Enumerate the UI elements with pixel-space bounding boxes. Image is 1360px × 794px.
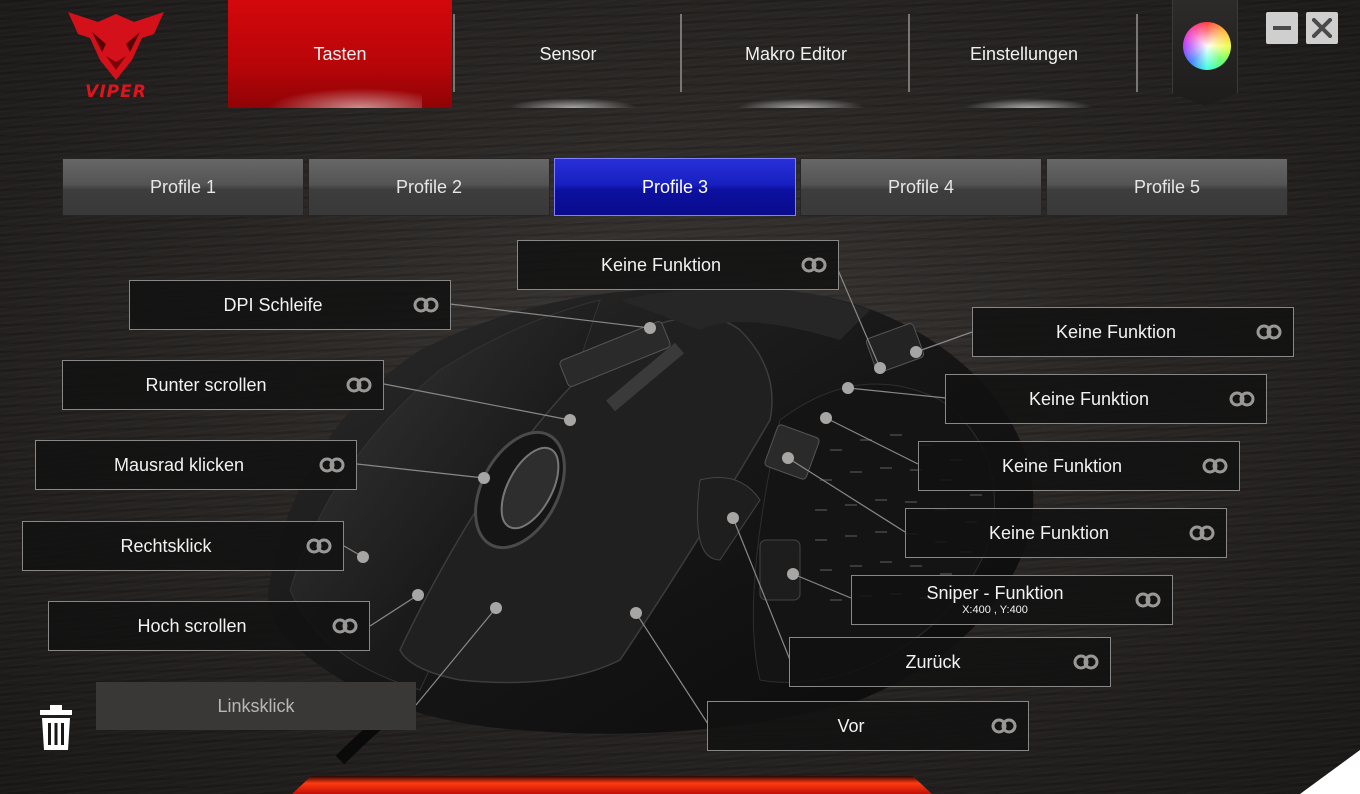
sniper-label: Sniper - Funktion — [926, 583, 1064, 603]
assign-label: Mausrad klicken — [113, 455, 245, 475]
assign-label: Keine Funktion — [1028, 389, 1150, 409]
link-icon[interactable] — [1134, 590, 1162, 610]
assign-label: Keine Funktion — [1001, 456, 1123, 476]
assign-label: Vor — [837, 716, 865, 736]
assign-label: Sniper - Funktion X:400 , Y:400 — [852, 584, 1172, 616]
assign-side-button-1[interactable]: Keine Funktion — [972, 307, 1294, 357]
assign-side-button-4[interactable]: Keine Funktion — [905, 508, 1227, 558]
link-icon[interactable] — [331, 616, 359, 636]
assign-top-button[interactable]: Keine Funktion — [517, 240, 839, 290]
assign-wheel-click[interactable]: Mausrad klicken — [35, 440, 357, 490]
bottom-accent-bar — [292, 776, 932, 794]
assign-left-click[interactable]: Linksklick — [96, 682, 416, 730]
link-icon[interactable] — [345, 375, 373, 395]
link-icon[interactable] — [990, 716, 1018, 736]
link-icon[interactable] — [412, 295, 440, 315]
assign-scroll-down[interactable]: Runter scrollen — [62, 360, 384, 410]
assign-label: Zurück — [905, 652, 961, 672]
link-icon[interactable] — [1228, 389, 1256, 409]
assign-label: Keine Funktion — [988, 523, 1110, 543]
assign-label: Rechtsklick — [120, 536, 212, 556]
assign-label: Keine Funktion — [1055, 322, 1177, 342]
link-icon[interactable] — [318, 455, 346, 475]
assign-label: Runter scrollen — [145, 375, 267, 395]
assign-forward-button[interactable]: Vor — [707, 701, 1029, 751]
assign-dpi-button[interactable]: DPI Schleife — [129, 280, 451, 330]
assign-back-button[interactable]: Zurück — [789, 637, 1111, 687]
assign-scroll-up[interactable]: Hoch scrollen — [48, 601, 370, 651]
trash-icon[interactable] — [36, 704, 76, 754]
assign-right-click[interactable]: Rechtsklick — [22, 521, 344, 571]
sniper-sub-label: X:400 , Y:400 — [962, 604, 1028, 616]
assign-side-button-3[interactable]: Keine Funktion — [918, 441, 1240, 491]
link-icon[interactable] — [1188, 523, 1216, 543]
assign-label: Keine Funktion — [600, 255, 722, 275]
assign-sniper-button[interactable]: Sniper - Funktion X:400 , Y:400 — [851, 575, 1173, 625]
app-window: VIPER Tasten Sensor Makro Editor Einstel… — [0, 0, 1360, 794]
link-icon[interactable] — [305, 536, 333, 556]
link-icon[interactable] — [1255, 322, 1283, 342]
link-icon[interactable] — [800, 255, 828, 275]
assign-label: DPI Schleife — [223, 295, 323, 315]
link-icon[interactable] — [1201, 456, 1229, 476]
assign-label: Hoch scrollen — [137, 616, 247, 636]
assign-side-button-2[interactable]: Keine Funktion — [945, 374, 1267, 424]
link-icon[interactable] — [1072, 652, 1100, 672]
assign-label: Linksklick — [217, 695, 295, 716]
